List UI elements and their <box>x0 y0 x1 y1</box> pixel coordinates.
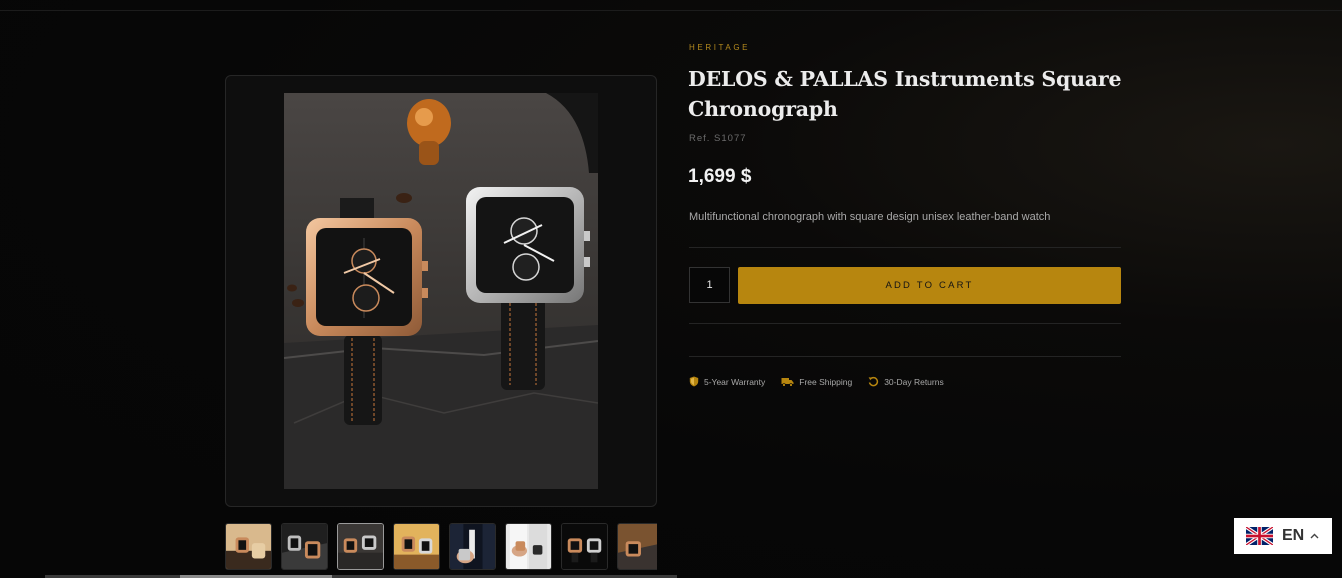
divider <box>689 323 1121 324</box>
feature-shipping: Free Shipping <box>781 377 852 387</box>
product-main-image <box>284 93 598 489</box>
truck-icon <box>781 377 794 387</box>
product-price: 1,699 $ <box>688 166 752 187</box>
thumbnail[interactable] <box>393 523 440 570</box>
language-code: EN <box>1282 527 1305 544</box>
thumbnail[interactable] <box>449 523 496 570</box>
thumbnail[interactable] <box>561 523 608 570</box>
shield-icon <box>689 376 699 387</box>
thumbnail-active[interactable] <box>337 523 384 570</box>
thumbnail[interactable] <box>505 523 552 570</box>
product-image-viewer[interactable] <box>225 75 657 507</box>
divider <box>689 356 1121 357</box>
uk-flag-icon <box>1246 527 1273 545</box>
product-reference: Ref. S1077 <box>689 133 747 144</box>
add-to-cart-button[interactable]: ADD TO CART <box>738 267 1121 304</box>
return-icon <box>868 376 879 387</box>
chevron-up-icon <box>1310 533 1319 539</box>
header-divider <box>0 10 1342 11</box>
feature-returns: 30-Day Returns <box>868 376 944 387</box>
thumbnail-strip <box>225 523 657 571</box>
feature-warranty: 5-Year Warranty <box>689 376 765 387</box>
thumbnail[interactable] <box>225 523 272 570</box>
thumbnail[interactable] <box>617 523 657 570</box>
feature-label: 5-Year Warranty <box>704 376 766 387</box>
quantity-input[interactable] <box>689 267 730 303</box>
feature-label: 30-Day Returns <box>884 376 944 387</box>
language-switcher[interactable]: EN <box>1234 518 1332 554</box>
feature-list: 5-Year Warranty Free Shipping 30-Day Ret… <box>689 376 960 387</box>
divider <box>689 247 1121 248</box>
thumbnail[interactable] <box>281 523 328 570</box>
feature-label: Free Shipping <box>799 376 853 387</box>
collection-label: HERITAGE <box>689 43 751 52</box>
product-description: Multifunctional chronograph with square … <box>689 211 1051 223</box>
product-title: DELOS & PALLAS Instruments Square Chrono… <box>688 67 1122 121</box>
